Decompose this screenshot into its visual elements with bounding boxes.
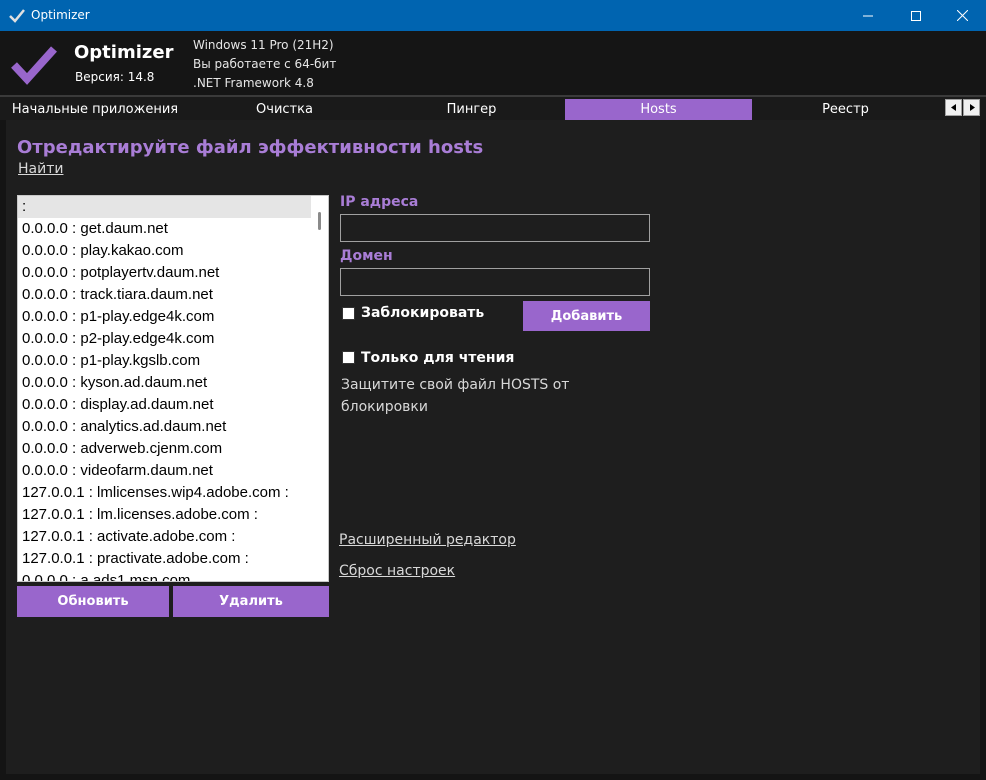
app-header: Optimizer Версия: 14.8 Windows 11 Pro (2… [0,31,986,95]
list-item[interactable]: 0.0.0.0 : kyson.ad.daum.net [18,372,312,394]
domain-label: Домен [340,248,393,264]
advanced-editor-link[interactable]: Расширенный редактор [339,532,516,548]
tab-startup-apps[interactable]: Начальные приложения [4,99,186,120]
app-version: Версия: 14.8 [75,70,155,84]
minimize-icon [863,15,873,16]
title-bar[interactable]: Optimizer [0,0,986,31]
close-button[interactable] [939,0,985,31]
list-item[interactable]: 127.0.0.1 : lmlicenses.wip4.adobe.com : [18,482,312,504]
framework-info: .NET Framework 4.8 [193,76,314,90]
find-link[interactable]: Найти [18,161,63,177]
tab-cleanup[interactable]: Очистка [191,99,378,120]
list-item[interactable]: 0.0.0.0 : p2-play.edge4k.com [18,328,312,350]
list-item[interactable]: 127.0.0.1 : activate.adobe.com : [18,526,312,548]
list-item[interactable]: 0.0.0.0 : p1-play.edge4k.com [18,306,312,328]
domain-input[interactable] [340,268,650,296]
readonly-checkbox[interactable] [342,351,355,364]
arch-info: Вы работаете с 64-бит [193,57,337,71]
add-button[interactable]: Добавить [523,301,650,331]
ip-address-input[interactable] [340,214,650,242]
list-item[interactable]: 0.0.0.0 : p1-play.kgslb.com [18,350,312,372]
tab-scroll-left-button[interactable] [945,99,962,116]
maximize-button[interactable] [893,0,939,31]
tab-hosts[interactable]: Hosts [565,99,752,120]
block-checkbox-label[interactable]: Заблокировать [361,305,484,321]
list-item[interactable]: 0.0.0.0 : analytics.ad.daum.net [18,416,312,438]
tab-scroll-right-button[interactable] [963,99,980,116]
delete-button[interactable]: Удалить [173,586,329,617]
hosts-list[interactable]: : 0.0.0.0 : get.daum.net 0.0.0.0 : play.k… [17,195,329,582]
readonly-checkbox-label[interactable]: Только для чтения [361,350,514,366]
list-item[interactable]: 0.0.0.0 : display.ad.daum.net [18,394,312,416]
list-scrollbar[interactable] [311,196,328,581]
app-name: Optimizer [74,42,174,63]
maximize-icon [911,10,921,21]
list-item[interactable]: 0.0.0.0 : play.kakao.com [18,240,312,262]
list-item[interactable]: 0.0.0.0 : potplayertv.daum.net [18,262,312,284]
tab-bar: Начальные приложения Очистка Пингер Host… [0,95,986,120]
list-item[interactable]: 127.0.0.1 : lm.licenses.adobe.com : [18,504,312,526]
block-checkbox[interactable] [342,307,355,320]
close-icon [956,10,968,21]
arrow-right-icon [969,104,975,111]
tab-pinger[interactable]: Пингер [378,99,565,120]
list-item[interactable]: : [18,196,312,218]
ip-address-label: IP адреса [340,194,419,210]
readonly-description: Защитите свой файл HOSTS от блокировки [341,377,570,415]
list-item[interactable]: 0.0.0.0 : videofarm.daum.net [18,460,312,482]
scrollbar-thumb[interactable] [318,212,321,230]
list-item[interactable]: 0.0.0.0 : track.tiara.daum.net [18,284,312,306]
hosts-list-rows: : 0.0.0.0 : get.daum.net 0.0.0.0 : play.k… [18,196,312,581]
arrow-left-icon [950,104,956,111]
list-item[interactable]: 127.0.0.1 : practivate.adobe.com : [18,548,312,570]
app-checkmark-icon [9,7,25,23]
list-item[interactable]: 0.0.0.0 : a.ads1.msn.com [18,570,312,581]
page-heading: Отредактируйте файл эффективности hosts [17,137,484,158]
window-title: Optimizer [31,8,90,22]
refresh-button[interactable]: Обновить [17,586,169,617]
list-item[interactable]: 0.0.0.0 : get.daum.net [18,218,312,240]
reset-settings-link[interactable]: Сброс настроек [339,563,455,579]
minimize-button[interactable] [845,0,891,31]
tab-registry[interactable]: Реестр [752,99,939,120]
list-item[interactable]: 0.0.0.0 : adverweb.cjenm.com [18,438,312,460]
logo-checkmark-icon [10,43,58,85]
os-info: Windows 11 Pro (21H2) [193,38,334,52]
